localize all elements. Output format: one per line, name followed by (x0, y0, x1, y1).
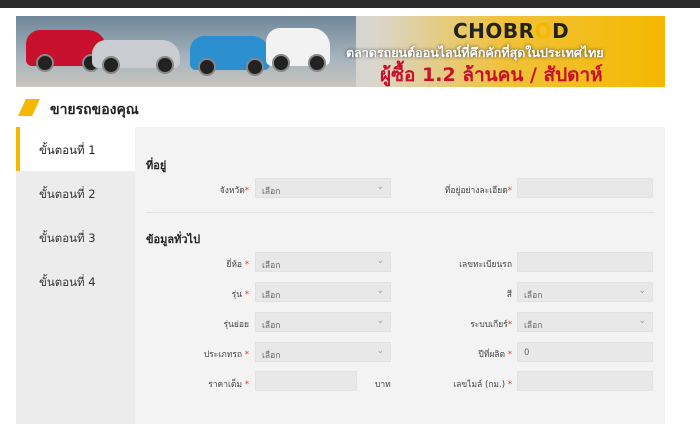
mileage-label: เลขไมล์ (กม.) * (453, 380, 512, 390)
section-divider (146, 212, 655, 213)
model-label: รุ่น * (231, 290, 249, 300)
chobrod-logo: CHOBROD (453, 19, 570, 43)
color-label: สี (506, 290, 512, 300)
province-label: จังหวัด* (219, 186, 249, 196)
price-unit: บาท (375, 380, 391, 390)
year-input[interactable]: 0 (517, 342, 653, 362)
province-select[interactable]: เลือก ⌄ (255, 178, 391, 198)
model-select[interactable]: เลือก ⌄ (255, 282, 391, 302)
brand-label: ยี่ห้อ * (226, 260, 249, 270)
chevron-down-icon: ⌄ (376, 182, 384, 192)
step-label: ขั้นตอนที่ 2 (39, 187, 96, 201)
year-label: ปีที่ผลิต * (478, 350, 512, 360)
page-title-text: ขายรถของคุณ (50, 102, 139, 118)
plate-input[interactable] (517, 252, 653, 272)
step-1-tab[interactable]: ขั้นตอนที่ 1 (16, 127, 135, 171)
general-section-title: ข้อมูลทั่วไป (146, 233, 201, 246)
banner-headline: ผู้ซื้อ 1.2 ล้านคน / สัปดาห์ (380, 64, 603, 86)
brand-select[interactable]: เลือก ⌄ (255, 252, 391, 272)
car-type-label: ประเภทรถ * (203, 350, 249, 360)
step-label: ขั้นตอนที่ 3 (39, 231, 96, 245)
chevron-down-icon: ⌄ (376, 346, 384, 356)
blue-hatchback-car-image (190, 36, 270, 76)
price-input[interactable] (255, 371, 357, 391)
title-accent-icon (18, 99, 40, 116)
chevron-down-icon: ⌄ (376, 316, 384, 326)
browser-top-bar (0, 0, 700, 8)
silver-sedan-car-image (92, 40, 180, 74)
steps-sidebar: ขั้นตอนที่ 1 ขั้นตอนที่ 2 ขั้นตอนที่ 3 ข… (16, 127, 135, 424)
step-label: ขั้นตอนที่ 4 (39, 275, 96, 289)
chevron-down-icon: ⌄ (376, 286, 384, 296)
address-detail-label: ที่อยู่อย่างละเอียด* (444, 186, 512, 196)
price-label: ราคาเต็ม * (208, 380, 249, 390)
step-3-tab[interactable]: ขั้นตอนที่ 3 (16, 215, 135, 259)
step-2-tab[interactable]: ขั้นตอนที่ 2 (16, 171, 135, 215)
address-section-title: ที่อยู่ (146, 159, 167, 172)
address-detail-input[interactable] (517, 178, 653, 198)
mileage-input[interactable] (517, 371, 653, 391)
submodel-label: รุ่นย่อย (223, 320, 249, 330)
promo-banner[interactable]: CHOBROD ตลาดรถยนต์ออนไลน์ที่คึกคักที่สุด… (16, 16, 665, 87)
step-label: ขั้นตอนที่ 1 (39, 143, 96, 157)
step-4-tab[interactable]: ขั้นตอนที่ 4 (16, 259, 135, 303)
gear-label: ระบบเกียร์* (470, 320, 512, 330)
plate-label: เลขทะเบียนรถ (459, 260, 512, 270)
chevron-down-icon: ⌄ (638, 316, 646, 326)
car-type-select[interactable]: เลือก ⌄ (255, 342, 391, 362)
chevron-down-icon: ⌄ (638, 286, 646, 296)
gear-select[interactable]: เลือก ⌄ (517, 312, 653, 332)
submodel-select[interactable]: เลือก ⌄ (255, 312, 391, 332)
white-pickup-car-image (266, 28, 330, 72)
chevron-down-icon: ⌄ (376, 256, 384, 266)
color-select[interactable]: เลือก ⌄ (517, 282, 653, 302)
